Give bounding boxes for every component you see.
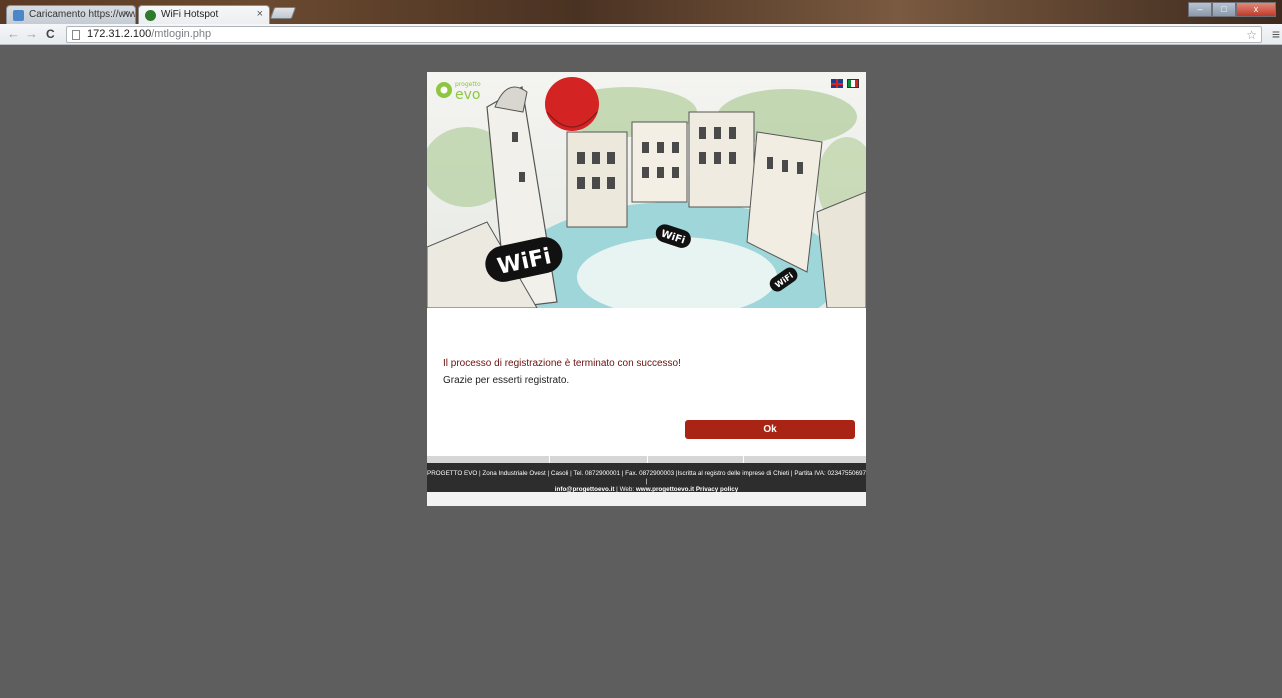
page-icon [72,30,80,40]
thanks-message: Grazie per esserti registrato. [443,375,570,386]
tab-title: WiFi Hotspot [161,9,219,20]
url-host: 172.31.2.100 [87,28,152,40]
address-bar[interactable]: 172.31.2.100/mtlogin.php ☆ [66,26,1262,43]
separator-bar [427,456,866,463]
url-path: /mtlogin.php [151,28,212,40]
star-icon[interactable]: ☆ [1246,28,1257,42]
tab-favicon-icon [13,10,24,21]
footer-bottom-strip [427,492,866,506]
flag-uk-icon[interactable] [831,79,843,88]
hotspot-card: WiFi WiFi WiFi progetto evo Il processo … [427,72,866,506]
tab-close-icon[interactable]: × [257,8,263,20]
tab-caricamento[interactable]: Caricamento https://www. × [6,5,136,24]
maximize-button[interactable]: □ [1212,2,1236,17]
forward-icon[interactable]: → [25,26,38,41]
menu-icon[interactable]: ≡ [1272,26,1280,42]
city-sketch-image: WiFi WiFi WiFi [427,72,866,308]
window-titlebar: Caricamento https://www. × WiFi Hotspot … [0,0,1282,24]
hero-illustration: WiFi WiFi WiFi progetto evo [427,72,866,308]
ok-button[interactable]: Ok [685,420,855,439]
svg-text:evo: evo [455,87,480,101]
tab-close-icon[interactable]: × [123,8,129,20]
flag-it-icon[interactable] [847,79,859,88]
close-window-button[interactable]: x [1236,2,1276,17]
registration-message: Il processo di registrazione è terminato… [443,355,681,389]
success-message: Il processo di registrazione è terminato… [443,358,681,369]
window-controls: – □ x [1188,2,1276,17]
tab-favicon-icon [145,10,156,21]
back-icon[interactable]: ← [7,26,20,41]
language-selector [831,79,859,88]
new-tab-button[interactable] [269,7,297,19]
tab-title: Caricamento https://www. [29,9,136,20]
minimize-button[interactable]: – [1188,2,1212,17]
tab-wifi-hotspot[interactable]: WiFi Hotspot × [138,5,270,24]
footer-company-info: PROGETTO EVO | Zona Industriale Ovest | … [427,470,866,485]
footer: PROGETTO EVO | Zona Industriale Ovest | … [427,463,866,493]
reload-icon[interactable]: C [46,27,55,41]
progetto-evo-logo: progetto evo [435,79,495,103]
browser-toolbar: ← → C 172.31.2.100/mtlogin.php ☆ ≡ [0,24,1282,45]
